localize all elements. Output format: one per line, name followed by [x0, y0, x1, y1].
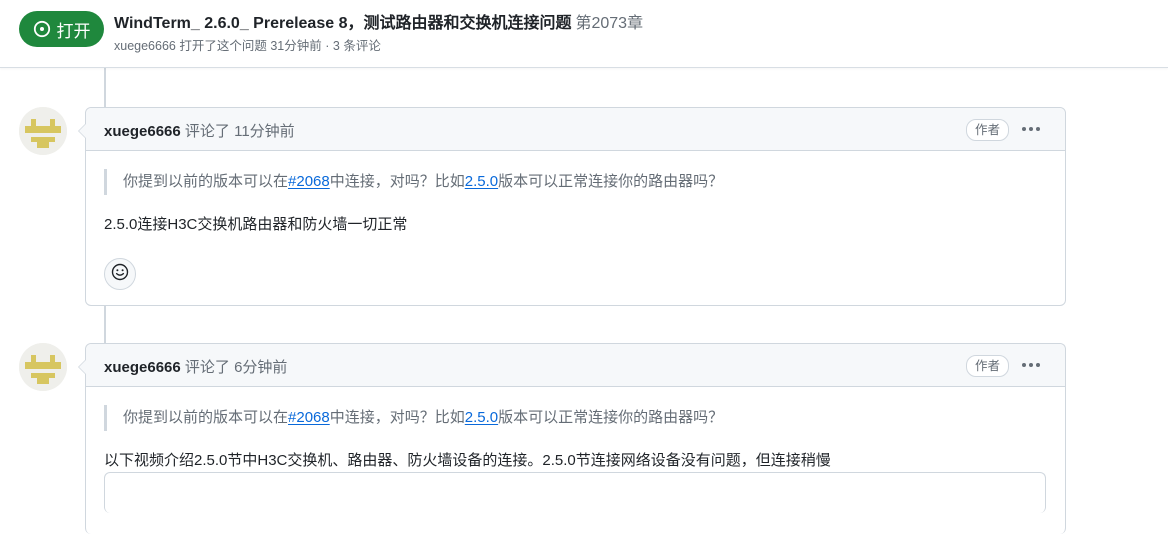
comment-box: xuege6666 评论了 11分钟前 作者 你提到以前的版本可以在#2068中… [78, 107, 1066, 306]
comment-timestamp[interactable]: 6分钟前 [234, 359, 287, 376]
quote-text: 你提到以前的版本可以在 [123, 409, 289, 426]
comment-author-line: xuege6666 评论了 11分钟前 [104, 120, 295, 141]
issue-title-text: WindTerm_ 2.6.0_ Prerelease 8，测试路由器和交换机连… [114, 15, 572, 32]
comment-box: xuege6666 评论了 6分钟前 作者 你提到以前的版本可以在#2068中连… [78, 343, 1066, 534]
quote-text: 版本可以正常连接你的路由器吗？ [498, 173, 724, 190]
comment-text: 2.5.0连接H3C交换机路由器和防火墙一切正常 [104, 216, 408, 233]
version-link-250[interactable]: 2.5.0 [465, 173, 498, 190]
sticky-issue-header: 打开 WindTerm_ 2.6.0_ Prerelease 8，测试路由器和交… [0, 0, 1168, 68]
comment-body: 你提到以前的版本可以在#2068中连接，对吗？比如2.5.0版本可以正常连接你的… [86, 405, 1065, 472]
issue-meta: xuege6666 打开了这个问题 31分钟前 · 3 条评论 [114, 35, 381, 54]
comment-header: xuege6666 评论了 11分钟前 作者 [86, 108, 1065, 151]
meta-separator: · [325, 39, 330, 53]
blockquote: 你提到以前的版本可以在#2068中连接，对吗？比如2.5.0版本可以正常连接你的… [104, 405, 1047, 431]
author-label: 作者 [965, 355, 1009, 377]
comment-timestamp[interactable]: 11分钟前 [234, 123, 295, 140]
avatar[interactable] [19, 107, 67, 155]
comment-author-line: xuege6666 评论了 6分钟前 [104, 356, 287, 377]
smiley-icon [111, 263, 129, 286]
kebab-horizontal-icon[interactable] [1019, 355, 1043, 375]
avatar[interactable] [19, 343, 67, 391]
comment-author-login[interactable]: xuege6666 [104, 359, 181, 376]
issue-state-badge[interactable]: 打开 [19, 11, 104, 47]
issue-number: 第2073章 [575, 15, 644, 32]
embedded-video-box[interactable] [104, 472, 1046, 513]
comment-action: 评论了 [184, 123, 230, 140]
comment-header: xuege6666 评论了 6分钟前 作者 [86, 344, 1065, 387]
kebab-horizontal-icon[interactable] [1019, 119, 1043, 139]
comment-author-login[interactable]: xuege6666 [104, 123, 181, 140]
quote-text: 你提到以前的版本可以在 [123, 173, 289, 190]
issue-opened-icon [33, 20, 51, 38]
issue-time[interactable]: 31分钟前 [270, 39, 321, 53]
comment-body: 你提到以前的版本可以在#2068中连接，对吗？比如2.5.0版本可以正常连接你的… [86, 169, 1065, 236]
issue-action: 打开了这个问题 [179, 39, 267, 53]
issue-title: WindTerm_ 2.6.0_ Prerelease 8，测试路由器和交换机连… [114, 9, 643, 33]
quote-text: 中连接，对吗？比如 [329, 173, 465, 190]
blockquote: 你提到以前的版本可以在#2068中连接，对吗？比如2.5.0版本可以正常连接你的… [104, 169, 1047, 195]
comment-text: 以下视频介绍2.5.0节中H3C交换机、路由器、防火墙设备的连接。2.5.0节连… [104, 452, 831, 469]
issue-state-label: 打开 [56, 21, 91, 41]
quote-text: 版本可以正常连接你的路由器吗？ [498, 409, 724, 426]
issue-link-2068[interactable]: #2068 [288, 409, 330, 426]
comment-action: 评论了 [184, 359, 230, 376]
quote-text: 中连接，对吗？比如 [329, 409, 465, 426]
issue-link-2068[interactable]: #2068 [288, 173, 330, 190]
version-link-250[interactable]: 2.5.0 [465, 409, 498, 426]
issue-author-link[interactable]: xuege6666 [114, 39, 176, 53]
author-label: 作者 [965, 119, 1009, 141]
add-reaction-button[interactable] [104, 258, 136, 290]
comment-count: 3 条评论 [332, 39, 381, 53]
